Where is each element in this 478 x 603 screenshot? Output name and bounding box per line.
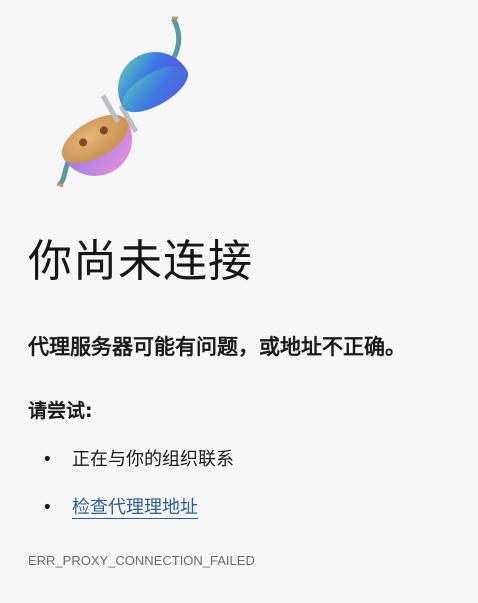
suggestion-item: • 正在与你的组织联系 xyxy=(28,442,458,490)
unplugged-connector-icon xyxy=(56,16,189,188)
try-heading: 请尝试: xyxy=(28,400,93,422)
suggestion-contact-org: 正在与你的组织联系 xyxy=(72,449,234,470)
error-page: 你尚未连接 代理服务器可能有问题，或地址不正确。 请尝试: • 正在与你的组织联… xyxy=(0,0,478,603)
check-proxy-address-link[interactable]: 检查代理理地址 xyxy=(72,497,198,518)
suggestion-item: • 检查代理理地址 xyxy=(28,490,458,538)
bullet-icon: • xyxy=(42,449,53,470)
page-title: 你尚未连接 xyxy=(28,236,253,287)
error-code: ERR_PROXY_CONNECTION_FAILED xyxy=(28,553,255,568)
bullet-icon: • xyxy=(42,497,53,518)
error-message: 代理服务器可能有问题，或地址不正确。 xyxy=(28,335,406,359)
suggestion-list: • 正在与你的组织联系 • 检查代理理地址 xyxy=(28,442,458,538)
